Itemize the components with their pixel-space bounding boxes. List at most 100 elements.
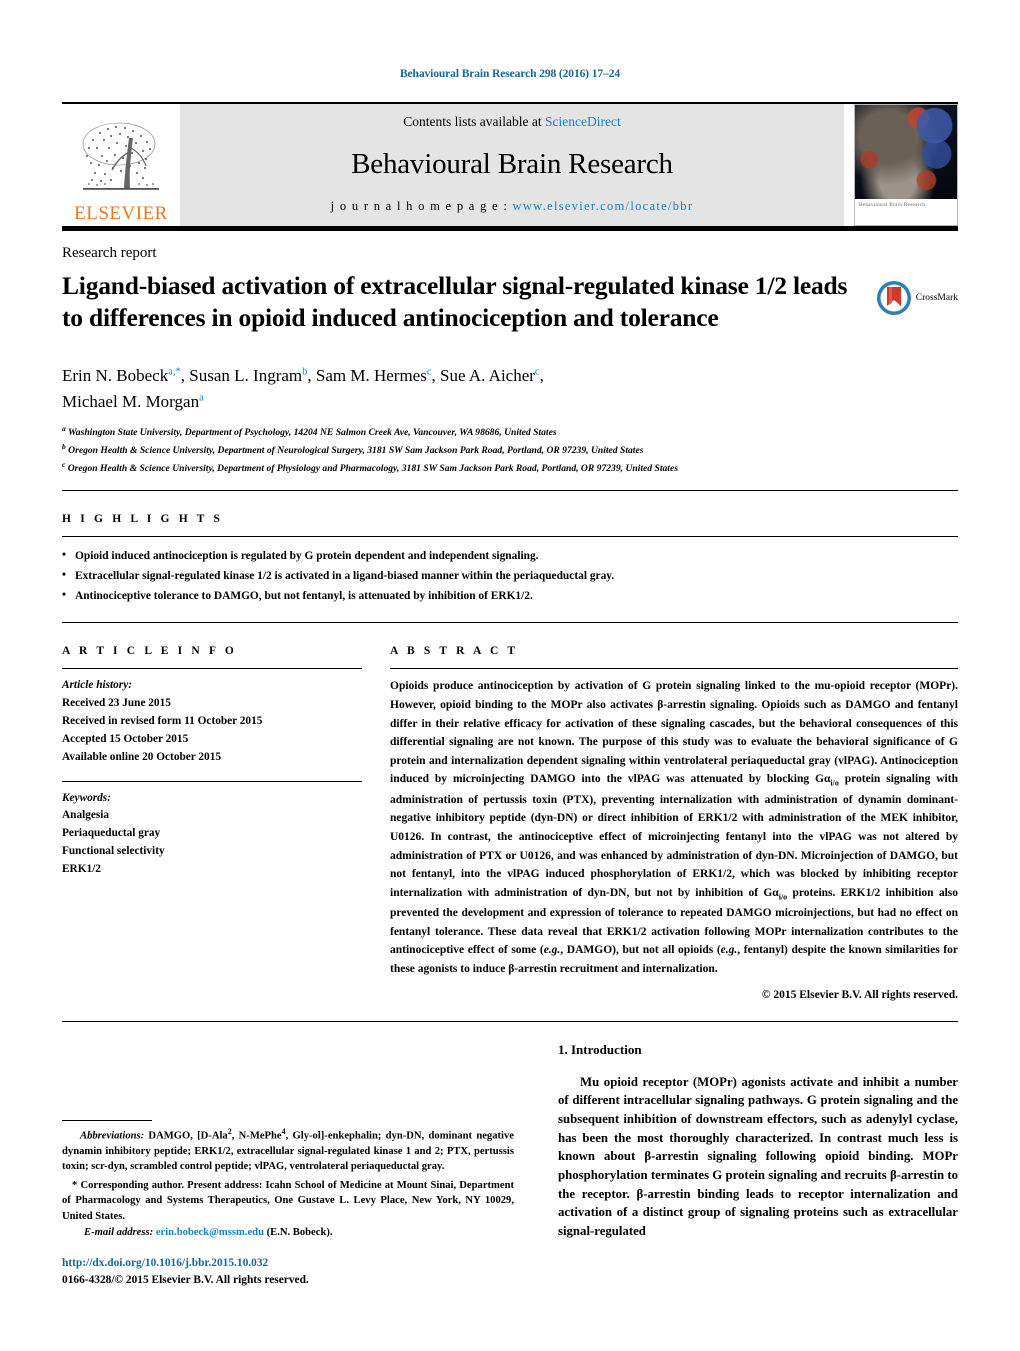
abstract-bottom-rule (62, 1020, 958, 1022)
footnote-email: E-mail address: erin.bobeck@mssm.edu (E.… (62, 1225, 514, 1240)
contents-available-line: Contents lists available at ScienceDirec… (403, 114, 620, 130)
keywords-group: Keywords: Analgesia Periaqueductal gray … (62, 790, 362, 879)
issn-copyright-line: 0166-4328/© 2015 Elsevier B.V. All right… (62, 1273, 309, 1286)
list-item: Extracellular signal-regulated kinase 1/… (62, 566, 958, 587)
author-1: Erin N. Bobeck (62, 366, 169, 386)
abbreviations-part-2: , N-MePhe (231, 1130, 282, 1142)
abstract-heading: A B S T R A C T (390, 645, 519, 658)
author-4-mark[interactable]: c (535, 367, 540, 378)
affiliation-c-mark: c (62, 459, 66, 469)
homepage-prefix: j o u r n a l h o m e p a g e : (330, 199, 513, 213)
abstract-part-2: protein signaling with administration of… (390, 773, 958, 899)
info-and-abstract: A R T I C L E I N F O Article history: R… (62, 643, 958, 1001)
abstract-text: Opioids produce antinociception by activ… (390, 677, 958, 978)
history-revised: Received in revised form 11 October 2015 (62, 715, 263, 727)
affiliation-b: b Oregon Health & Science University, De… (62, 441, 958, 459)
journal-cover-thumbnail: Behavioural Brain Research (854, 104, 958, 226)
abstract-part-1: Opioids produce antinociception by activ… (390, 680, 958, 786)
article-info-heading: A R T I C L E I N F O (62, 645, 237, 658)
affiliation-c-text: Oregon Health & Science University, Depa… (67, 462, 678, 474)
highlights-bottom-rule (62, 622, 958, 624)
abstract-sub-2: i/o (778, 892, 788, 902)
elsevier-wordmark: ELSEVIER (74, 203, 168, 224)
affiliation-a-text: Washington State University, Department … (67, 427, 557, 439)
article-info-column: A R T I C L E I N F O Article history: R… (62, 643, 362, 1000)
email-link[interactable]: erin.bobeck@mssm.edu (156, 1227, 264, 1238)
keywords-rule (62, 780, 362, 782)
list-item: Antinociceptive tolerance to DAMGO, but … (62, 586, 958, 607)
title-row: Ligand-biased activation of extracellula… (62, 262, 958, 351)
affiliation-b-text: Oregon Health & Science University, Depa… (68, 445, 644, 457)
article-history-label: Article history: (62, 679, 132, 692)
history-received: Received 23 June 2015 (62, 697, 171, 710)
journal-homepage-line: j o u r n a l h o m e p a g e : www.else… (331, 199, 694, 214)
footnote-rule (62, 1119, 152, 1121)
email-suffix: (E.N. Bobeck). (263, 1227, 333, 1239)
abstract-eg-1: e.g. (543, 944, 561, 957)
keyword-item: Analgesia (62, 809, 110, 822)
affiliation-c: c Oregon Health & Science University, De… (62, 459, 958, 477)
masthead-bottom-rule (62, 226, 958, 231)
introduction-paragraph: Mu opioid receptor (MOPr) agonists activ… (558, 1074, 958, 1238)
abbreviations-part-1: DAMGO, [D-Ala (144, 1130, 228, 1142)
body-column-right: 1. Introduction Mu opioid receptor (MOPr… (558, 1040, 958, 1241)
doi-link[interactable]: http://dx.doi.org/10.1016/j.bbr.2015.10.… (62, 1255, 309, 1272)
history-accepted: Accepted 15 October 2015 (62, 732, 189, 745)
email-label: E-mail address: (84, 1227, 154, 1239)
crossmark-badge[interactable]: CrossMark (876, 280, 958, 316)
journal-title: Behavioural Brain Research (351, 148, 673, 180)
article-kind-label: Research report (62, 245, 157, 261)
abbreviations-label: Abbreviations: (80, 1130, 145, 1142)
running-head: Behavioural Brain Research 298 (2016) 17… (399, 68, 621, 80)
affiliation-a: a Washington State University, Departmen… (62, 423, 958, 441)
footnotes-block: Abbreviations: DAMGO, [D-Ala2, N-MePhe4,… (62, 1119, 514, 1241)
article-info-rule (62, 668, 362, 670)
crossmark-icon (876, 281, 911, 315)
keyword-item: Functional selectivity (62, 845, 165, 858)
cover-caption: Behavioural Brain Research (855, 199, 957, 225)
sciencedirect-link[interactable]: ScienceDirect (545, 114, 621, 129)
keyword-item: Periaqueductal gray (62, 827, 161, 840)
abstract-sub-1: i/o (830, 778, 839, 788)
abstract-column: A B S T R A C T Opioids produce antinoci… (390, 643, 958, 1001)
article-history-group: Article history: Received 23 June 2015 R… (62, 677, 362, 766)
highlights-list: Opioid induced antinociception is regula… (62, 547, 958, 606)
affiliation-b-mark: b (62, 442, 66, 452)
highlights-heading: H I G H L I G H T S (62, 513, 224, 526)
cover-artwork (855, 105, 957, 199)
abstract-copyright: © 2015 Elsevier B.V. All rights reserved… (761, 988, 958, 1001)
introduction-heading: 1. Introduction (558, 1041, 642, 1057)
author-3: , Sam M. Hermes (307, 366, 427, 386)
keywords-label: Keywords: (62, 791, 111, 804)
page-title: Ligand-biased activation of extracellula… (62, 271, 848, 333)
masthead-center: Contents lists available at ScienceDirec… (180, 104, 844, 226)
contents-prefix: Contents lists available at (403, 114, 545, 129)
author-1-marks[interactable]: a,* (168, 367, 181, 378)
title-block-divider (62, 490, 958, 492)
abstract-part-4: , DAMGO), but not all opioids ( (560, 944, 721, 957)
journal-masthead: ELSEVIER Contents lists available at Sci… (62, 104, 958, 226)
affiliation-a-mark: a (62, 424, 66, 434)
keyword-item: ERK1/2 (62, 862, 101, 875)
list-item: Opioid induced antinociception is regula… (62, 547, 958, 567)
elsevier-logo: ELSEVIER (62, 104, 180, 226)
footnote-corresponding-author: * Corresponding author. Present address:… (62, 1179, 514, 1222)
abstract-eg-2: e.g. (720, 944, 738, 957)
author-5: Michael M. Morgan (62, 391, 200, 411)
author-4: , Sue A. Aicher (431, 366, 535, 386)
body-column-left: Abbreviations: DAMGO, [D-Ala2, N-MePhe4,… (62, 1040, 514, 1241)
elsevier-tree-icon (82, 122, 159, 190)
body-columns: Abbreviations: DAMGO, [D-Ala2, N-MePhe4,… (62, 1040, 958, 1241)
crossmark-label: CrossMark (915, 293, 958, 303)
footnote-abbreviations: Abbreviations: DAMGO, [D-Ala2, N-MePhe4,… (62, 1126, 514, 1175)
journal-homepage-link[interactable]: www.elsevier.com/locate/bbr (513, 199, 694, 213)
affiliations-list: a Washington State University, Departmen… (62, 423, 958, 476)
highlights-rule (62, 536, 958, 538)
journal-article-page: Behavioural Brain Research 298 (2016) 17… (0, 0, 1020, 1351)
author-list: Erin N. Bobecka,*, Susan L. Ingramb, Sam… (62, 366, 544, 411)
history-online: Available online 20 October 2015 (62, 750, 221, 763)
author-2-prefix: , Susan L. Ingram (180, 366, 303, 386)
author-5-mark[interactable]: a (199, 392, 204, 403)
doi-footer: http://dx.doi.org/10.1016/j.bbr.2015.10.… (62, 1255, 309, 1289)
abstract-rule (390, 668, 958, 670)
